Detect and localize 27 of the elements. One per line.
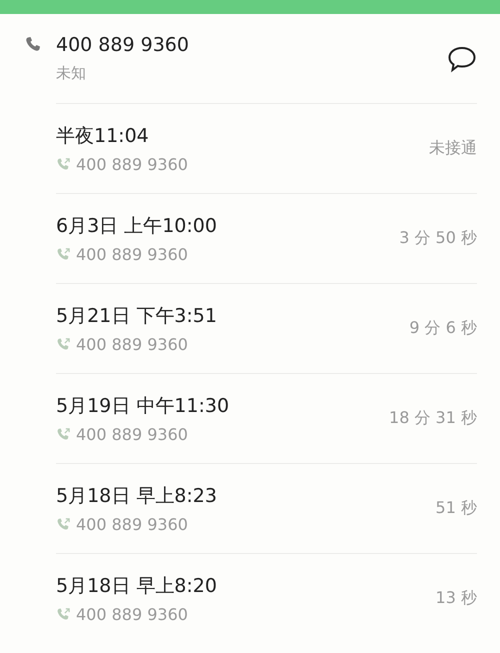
call-duration: 51 秒 <box>436 498 477 519</box>
phone-icon <box>25 36 41 52</box>
call-number: 400 889 9360 <box>76 515 188 534</box>
call-number: 400 889 9360 <box>76 425 188 444</box>
call-duration: 13 秒 <box>436 588 477 609</box>
call-duration: 3 分 50 秒 <box>399 228 477 249</box>
contact-number: 400 889 9360 <box>56 34 190 56</box>
call-time: 5月18日 早上8:20 <box>56 574 217 599</box>
call-time: 5月18日 早上8:23 <box>56 484 217 509</box>
outgoing-call-icon <box>56 607 71 622</box>
call-time: 半夜11:04 <box>56 124 150 149</box>
call-number: 400 889 9360 <box>76 335 188 354</box>
contact-label: 未知 <box>56 64 87 83</box>
call-number: 400 889 9360 <box>76 605 188 624</box>
call-duration: 9 分 6 秒 <box>409 318 477 339</box>
outgoing-call-icon <box>56 517 71 532</box>
outgoing-call-icon <box>56 247 71 262</box>
outgoing-call-icon <box>56 337 71 352</box>
outgoing-call-icon <box>56 427 71 442</box>
call-time: 5月19日 中午11:30 <box>56 394 230 419</box>
call-duration: 18 分 31 秒 <box>389 408 477 429</box>
call-number: 400 889 9360 <box>76 155 188 174</box>
call-time: 6月3日 上午10:00 <box>56 214 217 239</box>
outgoing-call-icon <box>56 157 71 172</box>
call-time: 5月21日 下午3:51 <box>56 304 217 329</box>
call-number: 400 889 9360 <box>76 245 188 264</box>
call-duration: 未接通 <box>429 138 477 159</box>
